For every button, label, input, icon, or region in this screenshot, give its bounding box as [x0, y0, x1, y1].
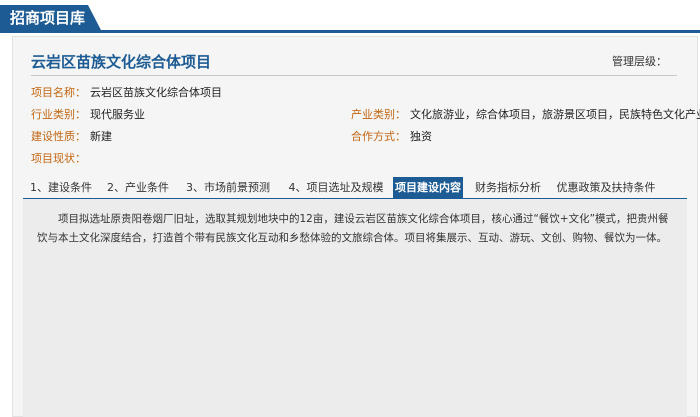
- tab-market-forecast[interactable]: 3、市场前景预测: [177, 177, 279, 198]
- section-title-tab: 招商项目库: [0, 5, 102, 32]
- field-label: 项目现状：: [31, 152, 86, 165]
- field-value: 现代服务业: [90, 108, 145, 121]
- field-value: 独资: [410, 130, 432, 143]
- header-divider: [0, 30, 700, 33]
- field-value: 云岩区苗族文化综合体项目: [90, 86, 222, 99]
- field-label: 产业类别：: [351, 108, 406, 121]
- field-industry: 行业类别： 现代服务业: [31, 106, 145, 122]
- field-construction-nature: 建设性质： 新建: [31, 128, 112, 144]
- tab-industry-conditions[interactable]: 2、产业条件: [99, 177, 177, 198]
- tab-construction-conditions[interactable]: 1、建设条件: [23, 177, 99, 198]
- field-project-name: 项目名称： 云岩区苗族文化综合体项目: [31, 84, 222, 100]
- field-label: 建设性质：: [31, 130, 86, 143]
- tab-financial-indicators[interactable]: 财务指标分析: [467, 177, 549, 198]
- project-title: 云岩区苗族文化综合体项目: [31, 53, 212, 71]
- tab-preferential-policies[interactable]: 优惠政策及扶持条件: [551, 177, 661, 198]
- field-value: 新建: [90, 130, 112, 143]
- tab-site-and-scale[interactable]: 4、项目选址及规模: [279, 177, 393, 198]
- field-label: 合作方式：: [351, 130, 406, 143]
- field-cooperation: 合作方式： 独资: [351, 128, 432, 144]
- project-detail-panel: 云岩区苗族文化综合体项目 管理层级： 项目名称： 云岩区苗族文化综合体项目 行业类…: [12, 36, 700, 417]
- field-project-status: 项目现状：: [31, 150, 90, 166]
- field-value: 文化旅游业，综合体项目，旅游景区项目，民族特色文化产业: [410, 108, 700, 121]
- detail-tabs: 1、建设条件 2、产业条件 3、市场前景预测 4、项目选址及规模 项目建设内容 …: [23, 177, 687, 198]
- field-label: 项目名称：: [31, 86, 86, 99]
- tab-content-area: 项目拟选址原贵阳卷烟厂旧址，选取其规划地块中的12亩，建设云岩区苗族文化综合体项…: [23, 199, 687, 417]
- title-divider: [31, 75, 677, 76]
- field-label: 行业类别：: [31, 108, 86, 121]
- field-sector: 产业类别： 文化旅游业，综合体项目，旅游景区项目，民族特色文化产业: [351, 106, 700, 122]
- project-description: 项目拟选址原贵阳卷烟厂旧址，选取其规划地块中的12亩，建设云岩区苗族文化综合体项…: [37, 213, 669, 244]
- tab-construction-content[interactable]: 项目建设内容: [393, 177, 463, 198]
- header-bar: 招商项目库: [0, 0, 700, 33]
- management-level-label: 管理层级：: [612, 55, 667, 68]
